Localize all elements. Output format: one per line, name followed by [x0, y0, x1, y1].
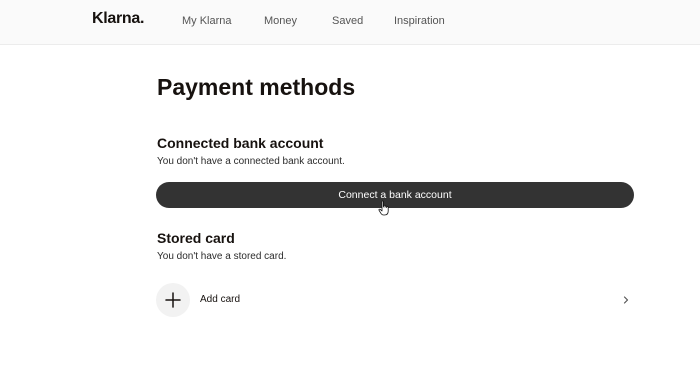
connect-bank-account-button[interactable]: Connect a bank account [156, 182, 634, 208]
nav-saved[interactable]: Saved [332, 15, 363, 27]
add-card-row[interactable]: Add card [156, 283, 634, 317]
hand-cursor-icon [378, 200, 389, 216]
top-navigation-bar: Klarna. My Klarna Money Saved Inspiratio… [0, 0, 700, 45]
nav-my-klarna[interactable]: My Klarna [182, 15, 232, 27]
bank-section-description: You don't have a connected bank account. [157, 156, 345, 167]
card-section-title: Stored card [157, 230, 235, 246]
chevron-right-icon [623, 296, 629, 304]
nav-inspiration[interactable]: Inspiration [394, 15, 445, 27]
nav-money[interactable]: Money [264, 15, 297, 27]
plus-icon [156, 283, 190, 317]
bank-section-title: Connected bank account [157, 135, 324, 151]
page-title: Payment methods [157, 74, 356, 100]
klarna-logo[interactable]: Klarna. [92, 10, 144, 28]
add-card-label: Add card [200, 294, 241, 305]
card-section-description: You don't have a stored card. [157, 251, 287, 262]
